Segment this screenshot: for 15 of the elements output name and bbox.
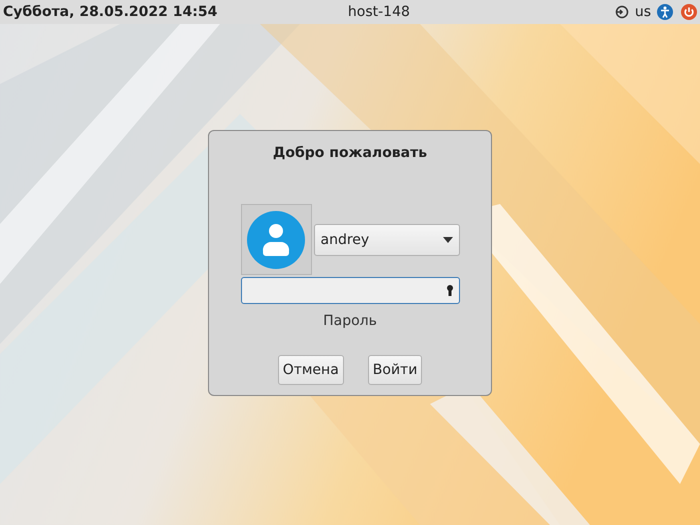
keyhole-icon [446, 285, 452, 296]
caret-icon [442, 237, 452, 243]
user-dropdown[interactable]: andrey [314, 224, 460, 256]
password-label: Пароль [323, 312, 377, 331]
power-icon[interactable] [681, 4, 697, 20]
login-button[interactable]: Войти [368, 355, 422, 385]
password-field[interactable] [240, 277, 460, 304]
dialog-title: Добро пожаловать [272, 144, 428, 163]
keyboard-layout[interactable]: us [634, 2, 651, 22]
accessibility-icon[interactable] [657, 4, 673, 20]
session-icon[interactable] [614, 5, 629, 19]
user-avatar-icon [247, 210, 305, 268]
cancel-button[interactable]: Отмена [278, 355, 344, 385]
host-name: host-148 [346, 2, 411, 22]
date-time: Суббота, 28.05.2022 14:54 [3, 2, 218, 22]
